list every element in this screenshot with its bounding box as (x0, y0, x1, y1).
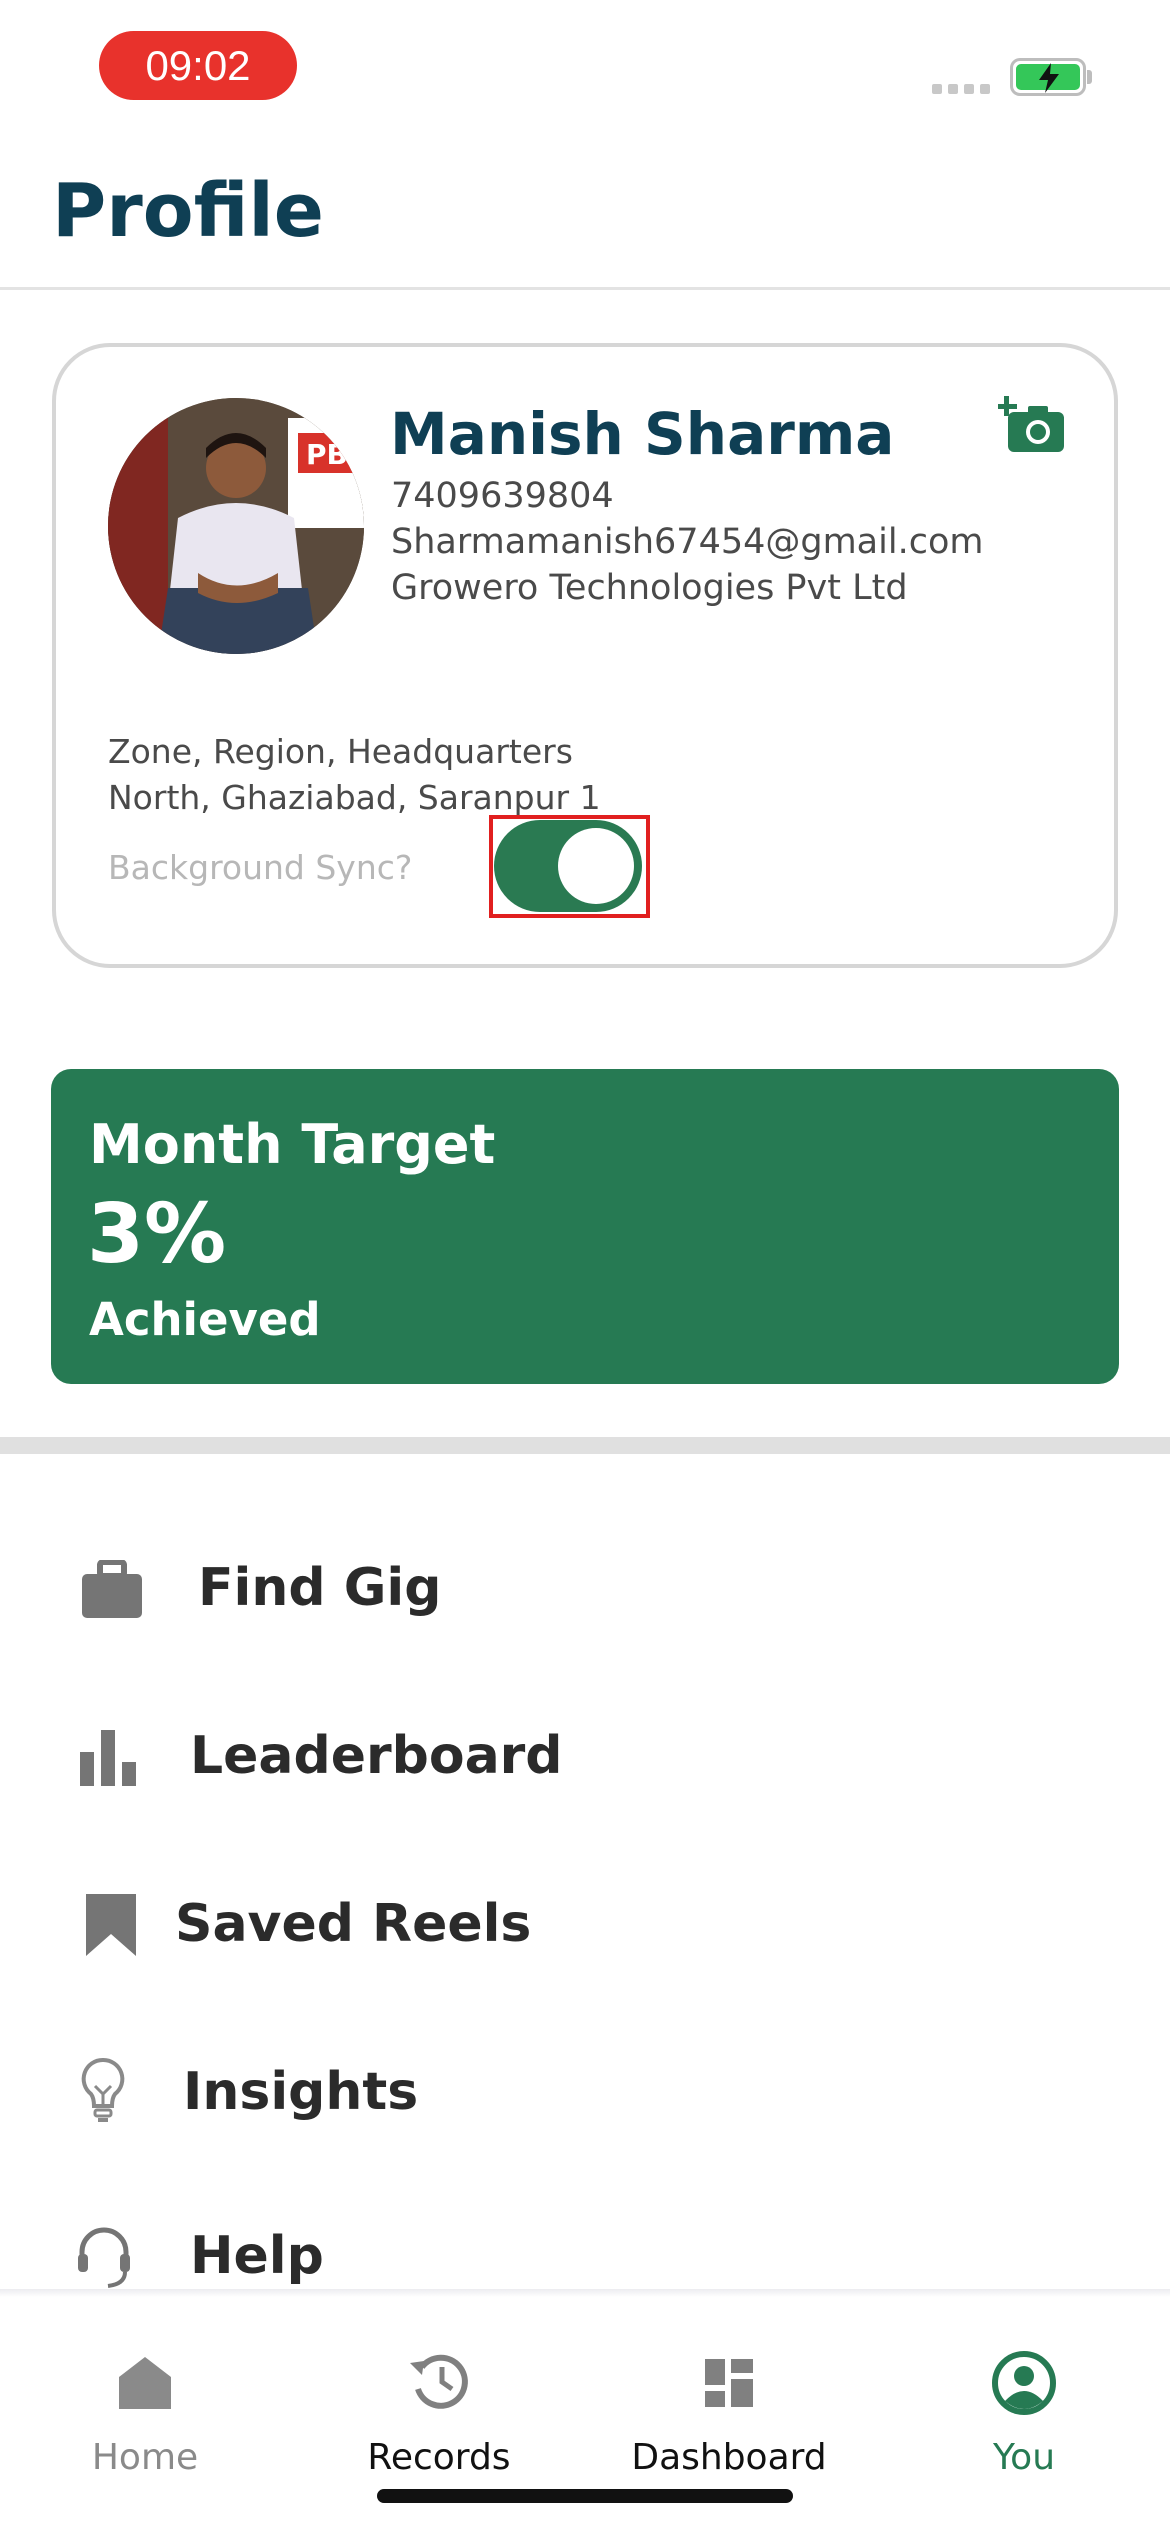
nav-you[interactable]: You (904, 2297, 1144, 2487)
menu-label-find-gig: Find Gig (198, 1558, 442, 1618)
user-email: Sharmamanish67454@gmail.com (391, 522, 984, 562)
menu-item-find-gig[interactable]: Find Gig (0, 1530, 1170, 1650)
nav-label-records: Records (367, 2437, 511, 2478)
menu-label-insights: Insights (183, 2062, 419, 2122)
nav-home[interactable]: Home (25, 2297, 265, 2487)
target-title: Month Target (89, 1113, 496, 1176)
user-phone: 7409639804 (391, 476, 614, 516)
location-labels: Zone, Region, Headquarters (108, 732, 573, 771)
menu-item-leaderboard[interactable]: Leaderboard (0, 1698, 1170, 1818)
briefcase-icon (82, 1560, 142, 1618)
add-photo-icon (996, 396, 1064, 452)
battery-icon (1010, 58, 1086, 96)
header-divider (0, 287, 1170, 290)
target-percent: 3% (87, 1187, 227, 1282)
nav-records[interactable]: Records (319, 2297, 559, 2487)
signal-icon (932, 84, 990, 94)
page-title: Profile (52, 168, 324, 254)
home-indicator (377, 2489, 793, 2503)
nav-label-home: Home (91, 2437, 199, 2478)
menu-item-insights[interactable]: Insights (0, 2034, 1170, 2154)
add-photo-button[interactable] (996, 396, 1068, 456)
nav-dashboard[interactable]: Dashboard (609, 2297, 849, 2487)
status-time: 09:02 (99, 31, 297, 100)
nav-shadow (0, 2289, 1170, 2297)
dashboard-icon (705, 2359, 753, 2407)
menu-label-saved-reels: Saved Reels (175, 1894, 532, 1954)
avatar[interactable]: PB (108, 398, 364, 654)
user-name: Manish Sharma (390, 400, 895, 468)
location-values: North, Ghaziabad, Saranpur 1 (108, 778, 601, 817)
menu-item-saved-reels[interactable]: Saved Reels (0, 1866, 1170, 1986)
bar-chart-icon (80, 1730, 136, 1786)
headset-icon (78, 2227, 130, 2288)
home-icon (119, 2357, 171, 2409)
background-sync-label: Background Sync? (108, 848, 413, 887)
menu-label-leaderboard: Leaderboard (190, 1726, 563, 1786)
section-divider (0, 1437, 1170, 1454)
nav-label-you: You (992, 2437, 1056, 2478)
menu-label-help: Help (190, 2226, 324, 2286)
lightbulb-icon (81, 2057, 125, 2122)
user-company: Growero Technologies Pvt Ltd (391, 568, 908, 608)
bookmark-icon (86, 1894, 136, 1956)
month-target-card[interactable]: Month Target 3% Achieved (51, 1069, 1119, 1384)
user-icon (992, 2351, 1056, 2415)
history-icon (410, 2354, 468, 2409)
nav-label-dashboard: Dashboard (631, 2437, 827, 2478)
highlight-box (489, 815, 650, 918)
target-status: Achieved (89, 1293, 321, 1346)
battery-nub (1087, 70, 1092, 84)
